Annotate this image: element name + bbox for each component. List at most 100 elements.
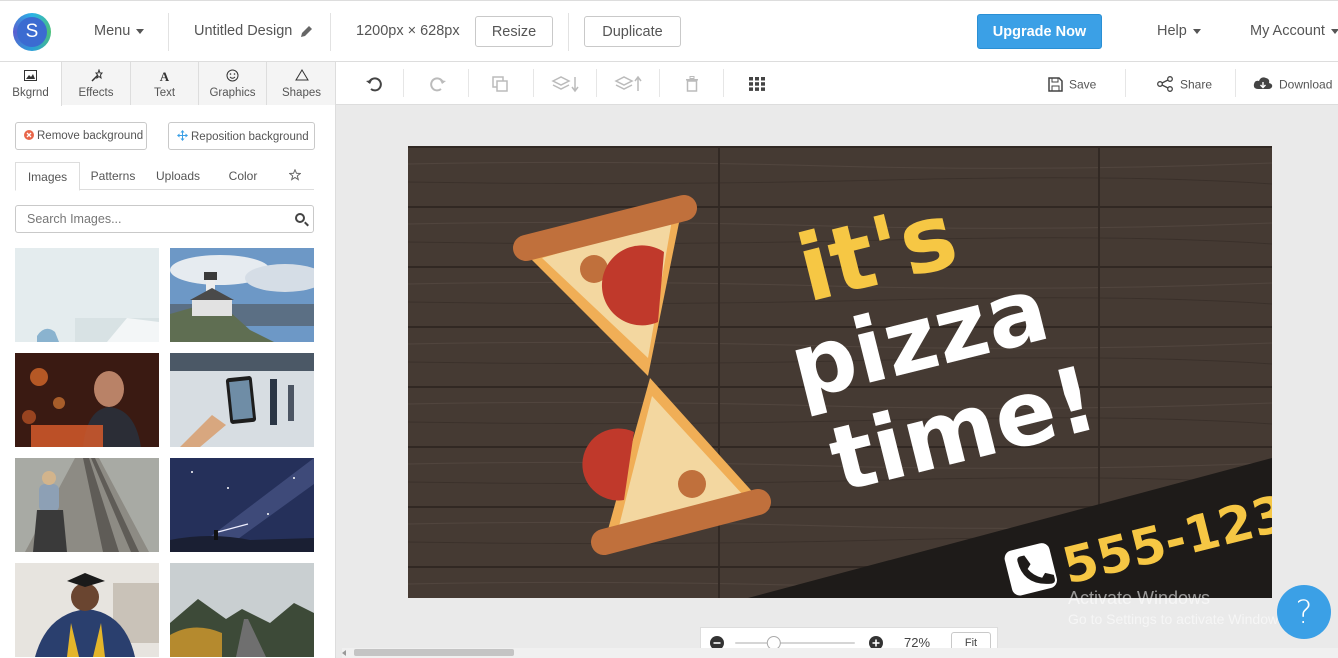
subtab-patterns[interactable]: Patterns (83, 162, 143, 190)
triangle-icon (267, 69, 335, 84)
grid-button[interactable] (741, 69, 773, 97)
delete-button[interactable] (676, 69, 708, 97)
search-icon[interactable] (295, 213, 305, 223)
reposition-background-button[interactable]: Reposition background (168, 122, 315, 150)
bring-forward-icon (614, 76, 642, 92)
watermark-subtitle: Go to Settings to activate Windows. (1068, 611, 1289, 627)
subtab-color[interactable]: Color (218, 162, 268, 190)
cloud-download-icon (1253, 77, 1273, 90)
canvas-horizontal-scrollbar[interactable] (342, 648, 1338, 658)
divider (468, 69, 469, 97)
windows-activation-watermark: Activate Windows Go to Settings to activ… (1068, 588, 1289, 627)
redo-icon (430, 77, 446, 92)
move-arrows-icon (177, 129, 188, 141)
tab-effects[interactable]: Effects (62, 62, 131, 105)
help-chat-button[interactable]: ? (1277, 585, 1331, 639)
menu-dropdown[interactable]: Menu (94, 1, 145, 61)
image-search (15, 205, 314, 233)
image-thumbnail-forest-road[interactable] (170, 563, 314, 657)
background-subtabs: Images Patterns Uploads Color (15, 162, 314, 191)
reposition-background-label: Reposition background (191, 130, 309, 143)
tab-graphics[interactable]: Graphics (199, 62, 267, 105)
question-mark-icon: ? (1295, 593, 1313, 631)
bring-forward-button[interactable] (612, 69, 646, 97)
duplicate-button[interactable]: Duplicate (584, 16, 681, 47)
tab-background[interactable]: Bkgrnd (0, 62, 62, 106)
left-panel: Bkgrnd Effects A Text Graphics Shapes Re… (0, 62, 336, 658)
remove-icon (24, 130, 34, 140)
share-button[interactable]: Share (1156, 69, 1218, 97)
share-label: Share (1180, 77, 1213, 92)
menu-label: Menu (94, 23, 131, 39)
tab-text[interactable]: A Text (131, 62, 199, 105)
download-label: Download (1279, 77, 1333, 92)
save-button[interactable]: Save (1048, 69, 1108, 97)
my-account-dropdown[interactable]: My Account (1250, 1, 1338, 61)
help-label: Help (1157, 23, 1187, 39)
scrollbar-thumb[interactable] (354, 649, 514, 656)
save-icon (1048, 77, 1063, 92)
subtab-uploads[interactable]: Uploads (149, 162, 207, 190)
top-bar: S Menu Untitled Design 1200px × 628px Re… (0, 0, 1338, 62)
tab-label: Shapes (281, 87, 321, 99)
divider (168, 13, 169, 51)
editor-toolbar: Save Share Download (336, 62, 1338, 105)
design-canvas[interactable]: it's pizza time! 555-1234 (408, 146, 1272, 598)
subtab-favorites[interactable] (285, 162, 305, 190)
image-thumbnail-graduate[interactable] (15, 563, 159, 657)
design-title-text: Untitled Design (194, 23, 293, 39)
undo-icon (366, 77, 382, 92)
image-icon (0, 69, 61, 84)
image-thumbnail-minimal-desk[interactable] (15, 248, 159, 342)
image-thumbnail-night-sky[interactable] (170, 458, 314, 552)
copy-icon (492, 76, 508, 92)
help-dropdown[interactable]: Help (1157, 1, 1201, 61)
divider (1125, 69, 1126, 97)
panel-tabs: Bkgrnd Effects A Text Graphics Shapes (0, 62, 335, 106)
my-account-label: My Account (1250, 23, 1325, 39)
search-input[interactable] (16, 206, 276, 232)
share-icon (1157, 76, 1173, 93)
resize-button[interactable]: Resize (475, 16, 553, 47)
remove-background-button[interactable]: Remove background (15, 122, 147, 150)
chevron-down-icon (1330, 28, 1338, 34)
copy-button[interactable] (484, 69, 516, 97)
image-thumbnail-lighthouse[interactable] (170, 248, 314, 342)
undo-button[interactable] (358, 69, 390, 97)
watermark-title: Activate Windows (1068, 588, 1211, 608)
text-icon: A (159, 69, 170, 84)
remove-background-label: Remove background (37, 130, 144, 142)
image-thumbnail-phone-photo[interactable] (170, 353, 314, 447)
tab-label: Effects (78, 87, 114, 99)
subtab-images[interactable]: Images (15, 162, 80, 191)
divider (596, 69, 597, 97)
grid-icon (749, 77, 765, 92)
tab-label: Graphics (209, 87, 256, 99)
tab-shapes[interactable]: Shapes (267, 62, 335, 105)
app-logo[interactable]: S (13, 13, 51, 51)
divider (723, 69, 724, 97)
tab-label: Bkgrnd (12, 87, 49, 99)
divider (1235, 69, 1236, 97)
design-title[interactable]: Untitled Design (194, 1, 313, 61)
divider (330, 13, 331, 51)
send-backward-button[interactable] (549, 69, 583, 97)
send-backward-icon (551, 76, 579, 93)
download-button[interactable]: Download (1253, 69, 1338, 97)
scroll-left-arrow[interactable] (342, 650, 346, 656)
image-thumbnail-man-laptop[interactable] (15, 353, 159, 447)
divider (659, 69, 660, 97)
workspace: it's pizza time! 555-1234 (336, 105, 1338, 658)
upgrade-now-button[interactable]: Upgrade Now (977, 14, 1102, 49)
trash-icon (686, 76, 698, 92)
image-thumbnail-railway-girl[interactable] (15, 458, 159, 552)
tab-label: Text (153, 87, 176, 99)
chevron-down-icon (1192, 28, 1201, 34)
pencil-icon[interactable] (300, 25, 313, 38)
smiley-icon (199, 69, 266, 84)
save-label: Save (1069, 77, 1097, 92)
redo-button[interactable] (422, 69, 454, 97)
magic-wand-icon (62, 68, 130, 84)
chevron-down-icon (136, 28, 145, 34)
divider (403, 69, 404, 97)
